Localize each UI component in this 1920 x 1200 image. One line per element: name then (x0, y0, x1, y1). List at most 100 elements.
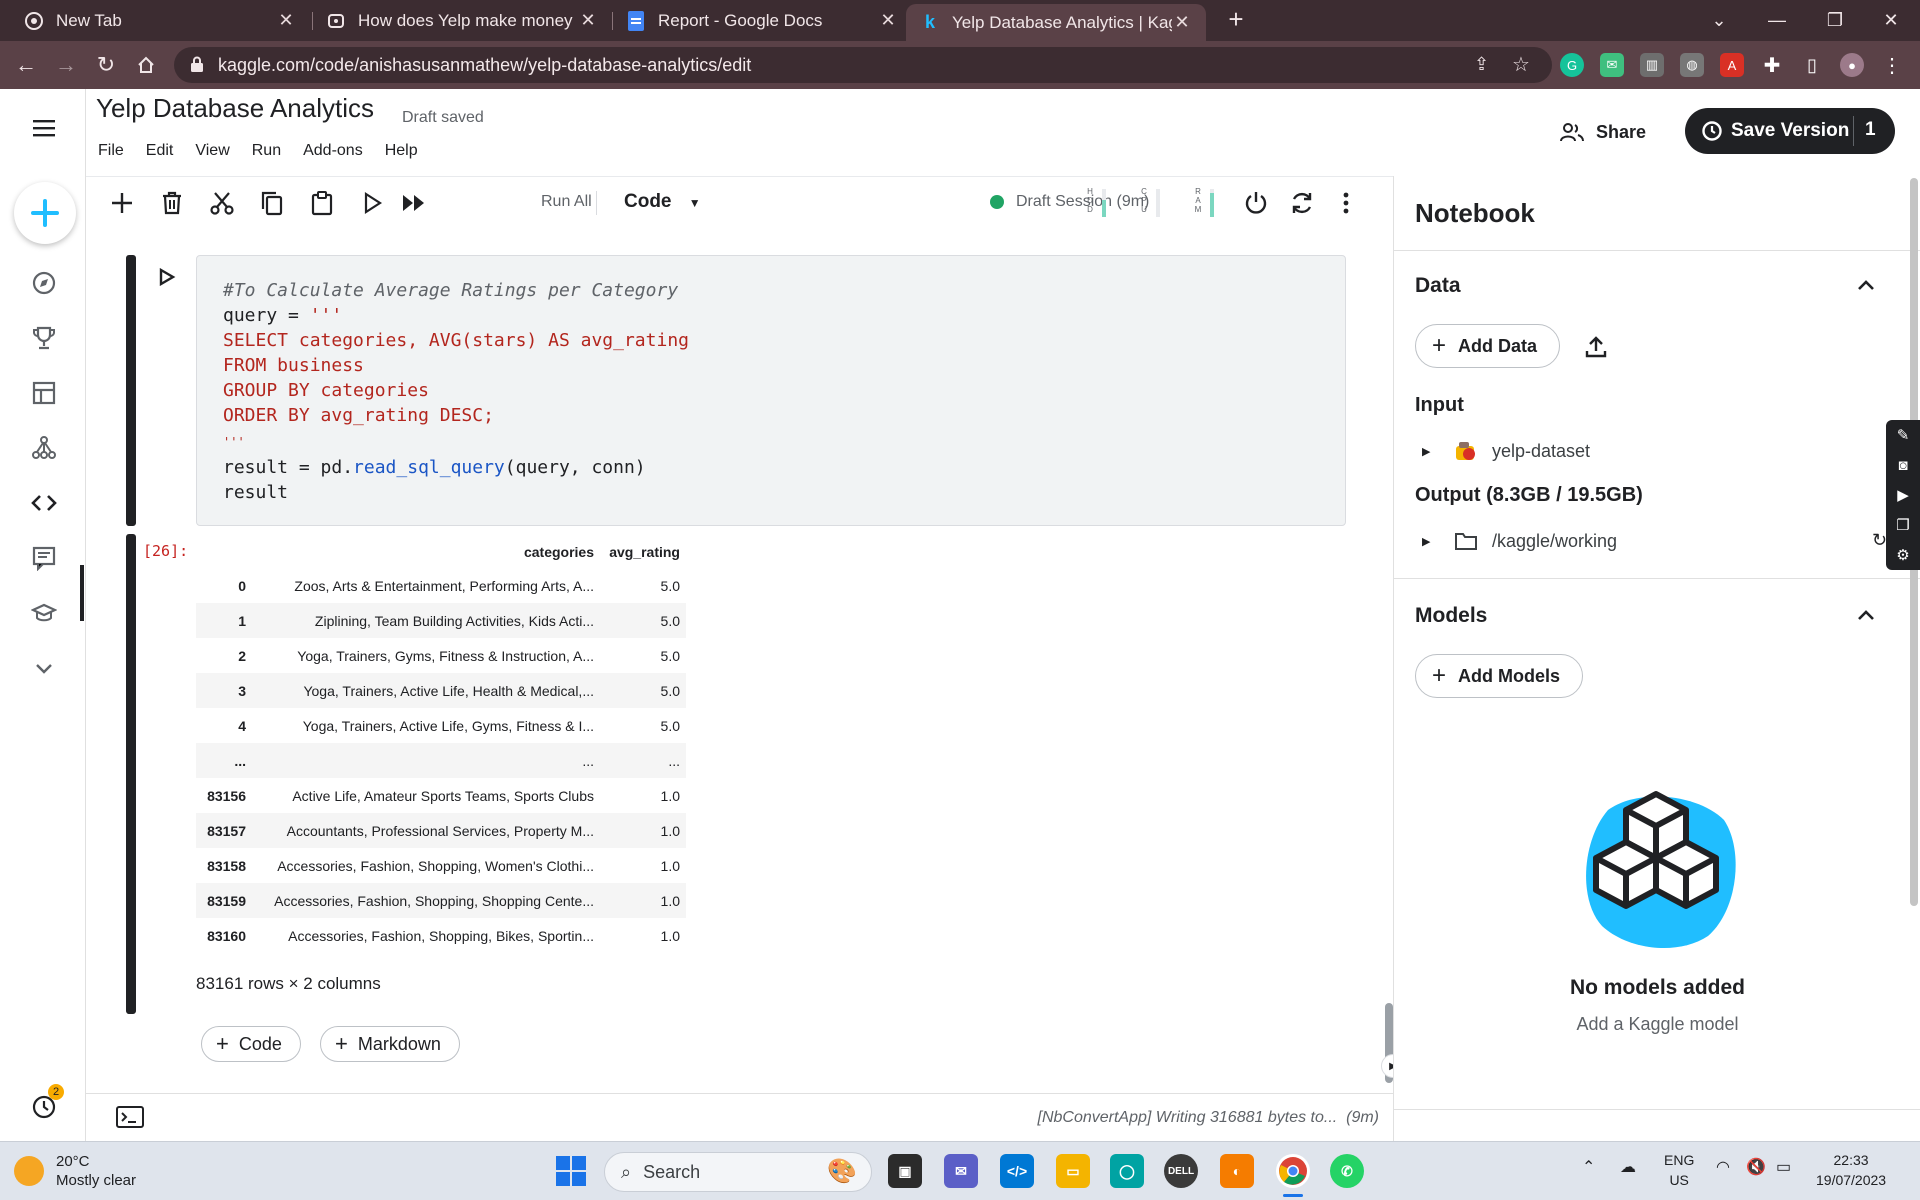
add-data-button[interactable]: + Add Data (1415, 324, 1561, 368)
notebook-title[interactable]: Yelp Database Analytics (96, 93, 374, 124)
start-windows-icon[interactable] (556, 1156, 586, 1186)
refresh-output-icon[interactable]: ↻ (1872, 530, 1887, 551)
tab-search-chevron-icon[interactable]: ⌄ (1690, 0, 1748, 41)
tab-kaggle-active[interactable]: k Yelp Database Analytics | Kaggle ✕ (906, 4, 1206, 41)
file-explorer-icon[interactable]: ▭ (1056, 1154, 1090, 1188)
address-bar[interactable]: kaggle.com/code/anishasusanmathew/yelp-d… (174, 47, 1552, 83)
chart-extension-icon[interactable]: ▥ (1640, 53, 1664, 77)
forward-icon[interactable]: → (50, 49, 82, 81)
session-status[interactable]: Draft Session (9m) (990, 193, 1149, 211)
upload-icon[interactable] (1584, 335, 1608, 359)
run-cell-arrow-icon[interactable] (158, 268, 176, 286)
output-folder-row[interactable]: ▶ /kaggle/working (1422, 530, 1617, 552)
models-network-icon[interactable] (18, 426, 70, 470)
run-all-button[interactable]: Run All (541, 193, 592, 211)
close-tab-icon[interactable]: ✕ (578, 10, 598, 31)
close-tab-icon[interactable]: ✕ (878, 10, 898, 31)
minimize-icon[interactable]: — (1748, 0, 1806, 41)
close-tab-icon[interactable]: ✕ (1172, 12, 1192, 33)
chevron-up-icon[interactable] (1854, 274, 1878, 298)
share-button[interactable]: Share (1560, 112, 1646, 152)
grammarly-icon[interactable]: G (1560, 53, 1584, 77)
window-icon[interactable]: ❐ (1886, 510, 1920, 540)
cut-icon[interactable] (206, 187, 238, 219)
hamburger-menu-icon[interactable] (18, 106, 70, 150)
expand-caret-icon[interactable]: ▶ (1422, 445, 1440, 458)
taskbar-search[interactable]: ⌕ Search 🎨 (604, 1152, 872, 1192)
code-editor[interactable]: #To Calculate Average Ratings per Catego… (196, 255, 1346, 526)
menu-file[interactable]: File (98, 142, 124, 160)
discussion-icon[interactable] (18, 536, 70, 580)
jupyter-icon[interactable]: ◐ (1220, 1154, 1254, 1188)
close-tab-icon[interactable]: ✕ (276, 10, 296, 31)
restart-icon[interactable] (1286, 187, 1318, 219)
puzzle-extensions-icon[interactable]: ✚ (1760, 53, 1784, 77)
pen-icon[interactable]: ✎ (1886, 420, 1920, 450)
more-options-icon[interactable] (1330, 187, 1362, 219)
add-cell-icon[interactable] (106, 187, 138, 219)
language-indicator[interactable]: ENG US (1664, 1150, 1694, 1190)
models-section-heading[interactable]: Models (1415, 604, 1487, 628)
bookmark-star-icon[interactable]: ☆ (1512, 52, 1530, 77)
new-tab-button[interactable]: + (1222, 6, 1250, 34)
volume-muted-icon[interactable]: 🔇 (1746, 1158, 1766, 1178)
data-section-heading[interactable]: Data (1415, 274, 1461, 298)
reload-icon[interactable]: ↻ (90, 49, 122, 81)
menu-edit[interactable]: Edit (146, 142, 174, 160)
weather-widget[interactable]: 20°C Mostly clear (14, 1152, 136, 1190)
run-cell-icon[interactable] (356, 187, 388, 219)
create-plus-button[interactable] (14, 182, 76, 244)
datasets-table-icon[interactable] (18, 371, 70, 415)
chevron-down-icon[interactable] (18, 646, 70, 690)
back-icon[interactable]: ← (10, 49, 42, 81)
code-icon[interactable] (18, 481, 70, 525)
learn-graduation-cap-icon[interactable] (18, 591, 70, 635)
whatsapp-icon[interactable]: ✆ (1330, 1154, 1364, 1188)
empty-models-subtitle[interactable]: Add a Kaggle model (1394, 1014, 1920, 1035)
extension-icon[interactable]: ◍ (1680, 53, 1704, 77)
app-icon[interactable]: ◯ (1110, 1154, 1144, 1188)
compass-icon[interactable] (18, 261, 70, 305)
share-page-icon[interactable]: ⇪ (1474, 54, 1489, 75)
teams-chat-icon[interactable]: ✉ (944, 1154, 978, 1188)
extension-icon[interactable]: ✉ (1600, 53, 1624, 77)
task-view-icon[interactable]: ▣ (888, 1154, 922, 1188)
dell-icon[interactable]: DELL (1164, 1154, 1198, 1188)
camera-icon[interactable]: ◙ (1886, 450, 1920, 480)
tray-overflow-chevron-icon[interactable]: ⌃ (1582, 1158, 1595, 1178)
cell-type-select[interactable]: Code ▼ (624, 191, 701, 213)
input-dataset-row[interactable]: ▶ yelp-dataset (1422, 440, 1590, 462)
tab-yelp-money[interactable]: How does Yelp make money | Bu ✕ (312, 0, 612, 41)
expand-caret-icon[interactable]: ▶ (1422, 535, 1440, 548)
menu-help[interactable]: Help (385, 142, 418, 160)
add-models-button[interactable]: + Add Models (1415, 654, 1584, 698)
vscode-icon[interactable]: </> (1000, 1154, 1034, 1188)
history-icon[interactable]: 2 (18, 1084, 70, 1128)
save-version-button[interactable]: Save Version 1 (1685, 108, 1895, 154)
home-icon[interactable] (130, 49, 162, 81)
paste-icon[interactable] (306, 187, 338, 219)
clock[interactable]: 22:33 19/07/2023 (1816, 1150, 1886, 1190)
add-markdown-cell-button[interactable]: + Markdown (320, 1026, 460, 1062)
profile-avatar[interactable]: ● (1840, 53, 1864, 77)
menu-add-ons[interactable]: Add-ons (303, 142, 363, 160)
console-icon[interactable] (116, 1106, 144, 1128)
battery-icon[interactable]: ▭ (1776, 1158, 1791, 1178)
run-all-icon[interactable] (398, 187, 430, 219)
chrome-taskbar-icon[interactable] (1276, 1154, 1310, 1188)
version-count[interactable]: 1 (1865, 119, 1876, 141)
restore-icon[interactable]: ❐ (1806, 0, 1864, 41)
add-code-cell-button[interactable]: + Code (201, 1026, 301, 1062)
side-panel-icon[interactable]: ▯ (1800, 53, 1824, 77)
tab-google-docs[interactable]: Report - Google Docs ✕ (612, 0, 912, 41)
onedrive-cloud-icon[interactable]: ☁ (1620, 1158, 1636, 1178)
wifi-icon[interactable]: ◠ (1716, 1158, 1730, 1178)
menu-run[interactable]: Run (252, 142, 281, 160)
chevron-up-icon[interactable] (1854, 604, 1878, 628)
menu-view[interactable]: View (195, 142, 229, 160)
gear-icon[interactable]: ⚙ (1886, 540, 1920, 570)
delete-cell-icon[interactable] (156, 187, 188, 219)
copy-icon[interactable] (256, 187, 288, 219)
video-icon[interactable]: ▶ (1886, 480, 1920, 510)
trophy-icon[interactable] (18, 316, 70, 360)
